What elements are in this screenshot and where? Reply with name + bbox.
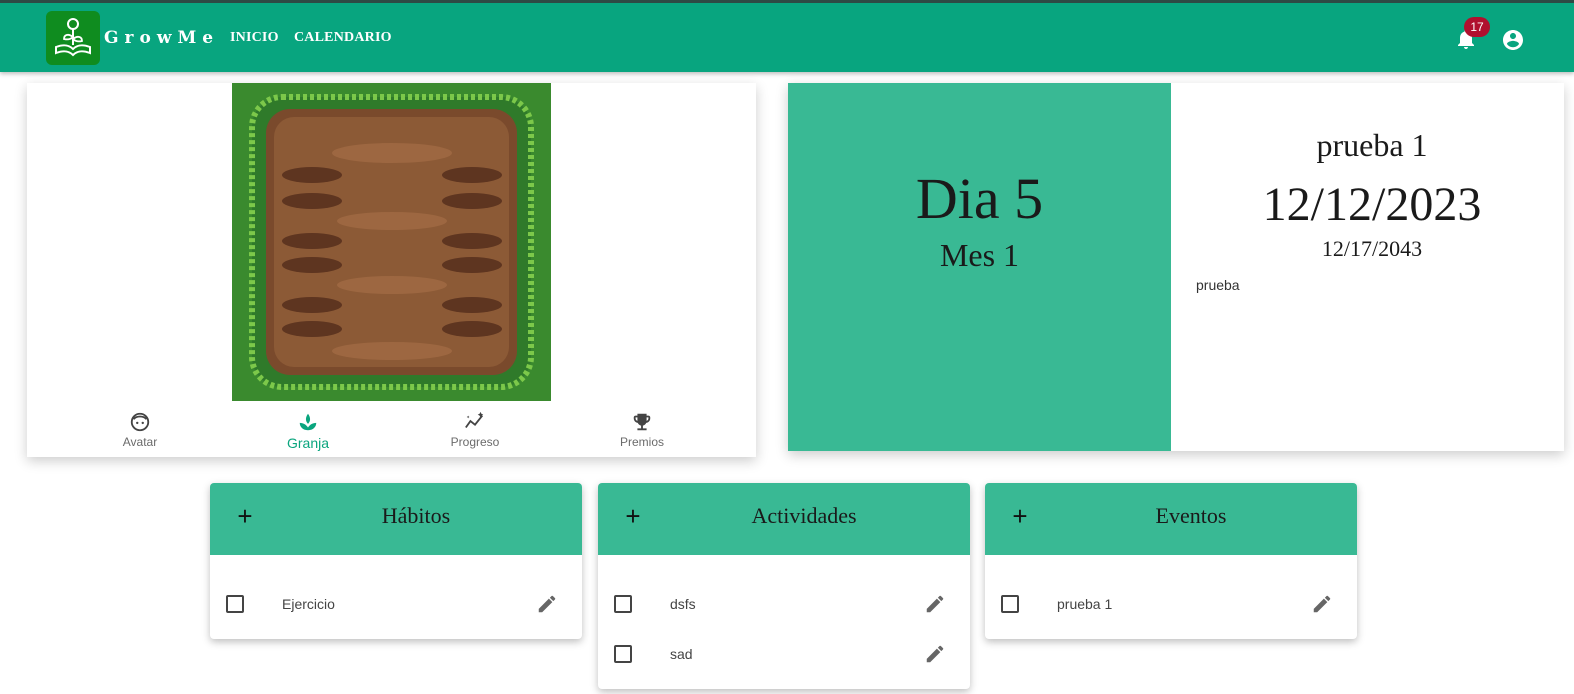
event-checkbox[interactable] <box>1001 595 1019 613</box>
habits-card: + Hábitos Ejercicio <box>210 483 582 639</box>
farm-plot-image <box>232 83 551 401</box>
nav-progreso[interactable]: Progreso <box>415 411 535 449</box>
nav-calendario[interactable]: CALENDARIO <box>294 30 392 46</box>
list-item-label: Ejercicio <box>282 596 335 612</box>
list-item: dsfs <box>598 581 970 631</box>
date-card: Dia 5 Mes 1 prueba 1 12/12/2023 12/17/20… <box>788 83 1564 451</box>
activities-header: + Actividades <box>598 483 970 555</box>
event-description: prueba <box>1196 277 1240 293</box>
activity-checkbox[interactable] <box>614 645 632 663</box>
event-date: 12/12/2023 <box>1262 178 1482 231</box>
activities-list: dsfs sad <box>598 555 970 689</box>
nav-avatar[interactable]: Avatar <box>80 411 200 449</box>
nav-inicio[interactable]: INICIO <box>230 30 279 46</box>
habits-list: Ejercicio <box>210 555 582 639</box>
sprout-icon <box>299 413 317 431</box>
face-icon <box>130 412 150 432</box>
list-item-label: sad <box>670 646 693 662</box>
events-header: + Eventos <box>985 483 1357 555</box>
growme-logo[interactable] <box>46 11 100 65</box>
day-panel: Dia 5 Mes 1 <box>788 83 1171 451</box>
activities-card: + Actividades dsfs sad <box>598 483 970 689</box>
nav-premios-label: Premios <box>619 435 664 449</box>
trend-icon <box>465 411 484 429</box>
top-app-bar: GrowMe INICIO CALENDARIO 17 <box>0 0 1574 72</box>
edit-icon[interactable] <box>1311 593 1333 615</box>
nav-progreso-label: Progreso <box>450 435 500 449</box>
event-title: prueba 1 <box>1316 127 1428 163</box>
activities-title: Actividades <box>751 503 857 528</box>
day-number: Dia 5 <box>915 166 1044 231</box>
brand-name: GrowMe <box>104 28 220 48</box>
list-item: sad <box>598 631 970 681</box>
edit-icon[interactable] <box>924 593 946 615</box>
habit-checkbox[interactable] <box>226 595 244 613</box>
events-card: + Eventos prueba 1 <box>985 483 1357 639</box>
list-item: prueba 1 <box>985 581 1357 631</box>
habits-header: + Hábitos <box>210 483 582 555</box>
farm-card: Avatar Granja Progreso Premios <box>27 83 756 457</box>
events-title: Eventos <box>1155 503 1227 528</box>
plant-book-icon <box>55 18 91 57</box>
month-number: Mes 1 <box>939 237 1020 273</box>
trophy-icon <box>633 413 651 431</box>
nav-premios[interactable]: Premios <box>582 411 702 449</box>
list-item-label: prueba 1 <box>1057 596 1113 612</box>
farm-bottom-nav: Avatar Granja Progreso Premios <box>27 405 756 457</box>
edit-icon[interactable] <box>536 593 558 615</box>
edit-icon[interactable] <box>924 643 946 665</box>
account-circle-icon[interactable] <box>1501 28 1525 52</box>
event-end-date: 12/17/2043 <box>1321 236 1423 261</box>
activity-checkbox[interactable] <box>614 595 632 613</box>
nav-granja[interactable]: Granja <box>248 411 368 451</box>
list-item: Ejercicio <box>210 581 582 631</box>
habits-title: Hábitos <box>381 503 451 528</box>
events-list: prueba 1 <box>985 555 1357 639</box>
notification-badge: 17 <box>1464 17 1490 37</box>
list-item-label: dsfs <box>670 596 696 612</box>
nav-granja-label: Granja <box>286 435 330 451</box>
nav-avatar-label: Avatar <box>122 435 158 449</box>
